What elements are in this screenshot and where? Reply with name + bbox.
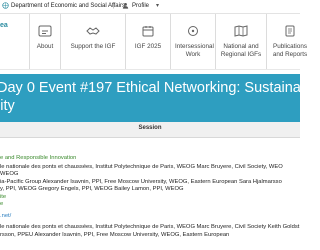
nav-label: Intersessional Work [171, 43, 215, 59]
nav-label: About [36, 43, 54, 50]
page-title-continued: lity [0, 98, 15, 114]
user-icon[interactable] [122, 2, 129, 9]
nav-item-igf-2025[interactable]: IGF 2025 [125, 14, 170, 69]
igf-logo[interactable]: ea [0, 22, 8, 29]
un-globe-icon [2, 2, 9, 9]
document-icon [285, 25, 295, 37]
profile-link[interactable]: Profile [132, 1, 149, 11]
nav-label: Support the IGF [70, 43, 116, 50]
nav-item-about[interactable]: About [29, 14, 60, 69]
session-detail-line: y, PPI, WEOG Gregory Engels, PPI, WEOG B… [0, 186, 184, 192]
nav-label-line: Publications and Reports [272, 43, 308, 58]
nav-label: National and Regional IGFs [216, 43, 266, 59]
nav-item-support[interactable]: Support the IGF [60, 14, 125, 69]
nav-label-line: Intersessional Work [175, 43, 214, 58]
session-detail-line: ia-Pacific Group Alexander Isavnin, PPI,… [0, 179, 282, 185]
profile-chevron-down-icon[interactable]: ▾ [156, 1, 159, 11]
session-table-header: Session [0, 122, 300, 138]
nav-item-intersessional[interactable]: Intersessional Work [170, 14, 215, 69]
nav-item-publications[interactable]: Publications and Reports [266, 14, 313, 69]
session-detail-line: le nationale des ponts et chaussées, Ins… [0, 224, 300, 230]
page-title: Day 0 Event #197 Ethical Networking: Sus… [0, 80, 320, 96]
nav-label: Publications and Reports [267, 43, 313, 59]
nav-label-line: National and Regional IGFs [220, 43, 262, 58]
session-detail-line: le nationale des ponts et chaussées, Ins… [0, 164, 283, 170]
top-bar: Department of Economic and Social Affair… [0, 0, 300, 14]
info-icon [38, 25, 52, 37]
network-icon [188, 26, 198, 36]
session-column-header: Session [138, 125, 162, 131]
page-title-banner: Day 0 Event #197 Ethical Networking: Sus… [0, 74, 320, 122]
dept-link[interactable]: Department of Economic and Social Affair… [11, 1, 125, 11]
nav-item-national-regional[interactable]: National and Regional IGFs [215, 14, 266, 69]
session-detail-line: WEOG [0, 171, 19, 177]
map-icon [234, 25, 248, 37]
session-detail-line: ite [0, 194, 7, 200]
session-detail-line: e and Responsible Innovation [0, 155, 77, 161]
nav-label: IGF 2025 [134, 43, 162, 50]
session-detail-line: rsson, PPEU Alexander Isavnin, PPI, Free… [0, 232, 230, 238]
session-link[interactable]: .net/ [0, 213, 11, 220]
calendar-icon [142, 26, 154, 37]
session-detail-line: e [0, 201, 4, 207]
language-separator: | [113, 3, 115, 9]
handshake-icon [86, 27, 100, 35]
